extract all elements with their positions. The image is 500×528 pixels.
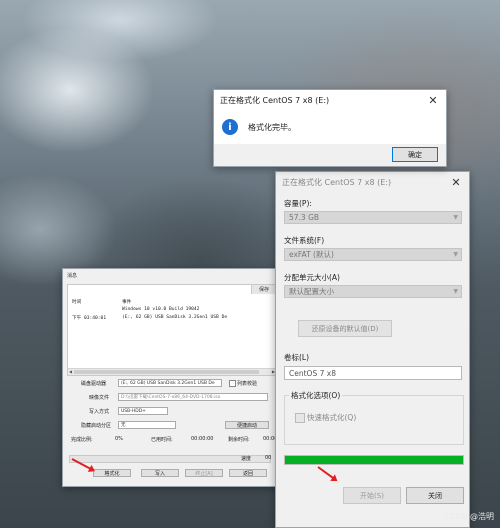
format-window: 正在格式化 CentOS 7 x8 (E:) ✕ 容量(P): 57.3 GB … xyxy=(275,171,470,528)
dialog-body: i 格式化完毕。 xyxy=(214,110,446,144)
format-options-group: 格式化选项(O) 快速格式化(Q) xyxy=(284,390,464,445)
start-button[interactable]: 开始(S) xyxy=(343,487,401,504)
format-window-title: 正在格式化 CentOS 7 x8 (E:) xyxy=(282,177,392,187)
capacity-select[interactable]: 57.3 GB ▼ xyxy=(284,211,462,224)
format-complete-dialog: 正在格式化 CentOS 7 x8 (E:) ✕ i 格式化完毕。 确定 xyxy=(213,89,447,167)
format-progress-fill xyxy=(285,456,463,464)
format-options-label: 格式化选项(O) xyxy=(289,390,343,401)
watermark: CSDN @浩明 xyxy=(444,512,494,521)
log-save-tab[interactable]: 保存 xyxy=(251,285,276,294)
close-button[interactable]: 关闭 xyxy=(406,487,464,504)
log-col-event: 事件 xyxy=(122,300,132,305)
device-select[interactable]: (E:, 62 GB) USB SanDisk 3.2Gen1 USB De xyxy=(118,379,222,387)
capacity-value: 57.3 GB xyxy=(289,213,320,222)
filesystem-select[interactable]: exFAT (默认) ▼ xyxy=(284,248,462,261)
back-button[interactable]: 返回 xyxy=(229,469,267,477)
capacity-label: 容量(P): xyxy=(284,199,312,208)
hide-boot-label: 隐藏启动分区 xyxy=(81,423,112,429)
write-mode-select[interactable]: USB-HDD+ xyxy=(118,407,168,415)
dialog-footer: 确定 xyxy=(214,144,446,166)
dialog-titlebar: 正在格式化 CentOS 7 x8 (E:) ✕ xyxy=(214,90,446,110)
restore-defaults-button[interactable]: 还原设备的默认值(D) xyxy=(298,320,392,337)
device-label: 磁盘驱动器 xyxy=(81,381,107,387)
dialog-title: 正在格式化 CentOS 7 x8 (E:) xyxy=(220,95,330,105)
list-usb-label: 列表校验 xyxy=(237,381,258,387)
close-icon[interactable]: ✕ xyxy=(426,94,440,107)
format-progress-bar xyxy=(284,455,464,465)
chevron-down-icon: ▼ xyxy=(453,288,458,295)
filesystem-label: 文件系统(F) xyxy=(284,236,325,245)
completion-label: 完成比例: xyxy=(71,437,93,443)
ok-button[interactable]: 确定 xyxy=(392,147,438,162)
write-mode-label: 写入方式 xyxy=(89,409,110,415)
dialog-message: 格式化完毕。 xyxy=(248,122,296,132)
log-header: 消息 xyxy=(67,273,78,279)
convenience-boot-button[interactable]: 便捷启动 xyxy=(225,421,269,429)
quick-format-checkbox[interactable] xyxy=(295,413,305,423)
close-icon[interactable]: ✕ xyxy=(449,176,463,189)
list-usb-checkbox[interactable] xyxy=(229,380,236,387)
volume-label-input[interactable]: CentOS 7 x8 xyxy=(284,366,462,380)
allocation-select[interactable]: 默认配置大小 ▼ xyxy=(284,285,462,298)
allocation-value: 默认配置大小 xyxy=(289,287,334,296)
completion-value: 0% xyxy=(115,436,123,442)
hide-boot-select[interactable]: 无 xyxy=(118,421,176,429)
scroll-left-icon[interactable]: ◀ xyxy=(69,369,72,374)
quick-format-label: 快速格式化(Q) xyxy=(307,413,357,422)
chevron-down-icon: ▼ xyxy=(453,214,458,221)
log-event: (E:, 62 GB) USB SanDisk 3.2Gen1 USB De xyxy=(122,315,228,320)
allocation-label: 分配单元大小(A) xyxy=(284,273,340,282)
log-col-time: 时间 xyxy=(72,300,82,305)
elapsed-value: 00:00:00 xyxy=(191,436,214,442)
volume-label-label: 卷标(L) xyxy=(284,353,310,362)
format-button[interactable]: 格式化 xyxy=(93,469,131,477)
log-event: Windows 10 v10.0 Build 19042 xyxy=(122,307,200,312)
filesystem-value: exFAT (默认) xyxy=(289,250,334,259)
speed-value: 00 xyxy=(265,455,272,461)
log-scrollbar[interactable]: ◀ ▶ xyxy=(68,368,276,375)
scroll-thumb[interactable] xyxy=(74,370,259,374)
format-titlebar: 正在格式化 CentOS 7 x8 (E:) ✕ xyxy=(276,172,469,192)
log-list: 保存 时间 事件 Windows 10 v10.0 Build 19042 下午… xyxy=(67,284,277,376)
info-icon: i xyxy=(222,119,238,135)
usb-writer-window: 消息 保存 时间 事件 Windows 10 v10.0 Build 19042… xyxy=(62,268,285,487)
chevron-down-icon: ▼ xyxy=(453,251,458,258)
elapsed-label: 已用时间: xyxy=(151,437,173,443)
log-time: 下午 03:40:01 xyxy=(72,316,107,321)
image-path-field[interactable]: D:\\迅雷下载\CentOS-7-x86_64-DVD-1708.iso xyxy=(118,393,268,401)
terminate-button[interactable]: 终止[A] xyxy=(185,469,223,477)
write-button[interactable]: 写入 xyxy=(141,469,179,477)
remaining-label: 剩余时间: xyxy=(228,437,250,443)
speed-label: 速度 xyxy=(241,456,252,462)
image-label: 映像文件 xyxy=(89,395,110,401)
